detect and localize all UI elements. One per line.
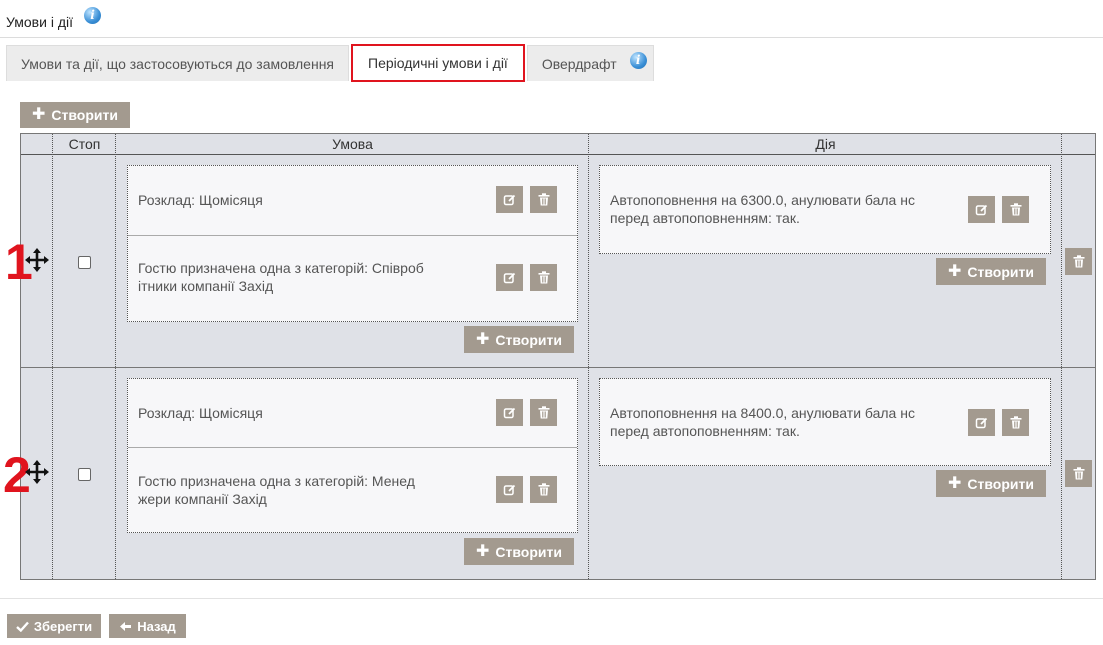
trash-icon bbox=[1073, 467, 1084, 480]
condition-text: Розклад: Щомісяця bbox=[138, 192, 263, 208]
plus-icon: ✚ bbox=[948, 474, 962, 492]
create-condition-label: Створити bbox=[495, 543, 562, 560]
info-icon[interactable]: i bbox=[629, 52, 647, 69]
column-header-stop: Стоп bbox=[68, 136, 101, 152]
column-divider bbox=[1061, 134, 1062, 579]
page-header: Умови і дії i bbox=[0, 0, 1103, 38]
save-button[interactable]: Зберегти bbox=[7, 614, 101, 638]
delete-row-button[interactable] bbox=[1065, 460, 1092, 487]
plus-icon: ✚ bbox=[476, 542, 490, 560]
edit-icon bbox=[503, 407, 516, 419]
create-condition-button[interactable]: ✚ Створити bbox=[464, 326, 574, 353]
trash-icon bbox=[538, 406, 549, 419]
arrow-left-icon bbox=[120, 621, 132, 631]
action-text: Автопоповнення на 8400.0, анулювати бала… bbox=[610, 405, 915, 439]
edit-condition-button[interactable] bbox=[496, 399, 523, 426]
info-icon[interactable]: i bbox=[84, 7, 101, 24]
tab-overdraft[interactable]: Овердрафт i bbox=[526, 45, 654, 81]
delete-row-button[interactable] bbox=[1065, 248, 1092, 275]
column-divider bbox=[52, 134, 53, 579]
action-list: Автопоповнення на 6300.0, анулювати бала… bbox=[599, 165, 1051, 254]
action-text: Автопоповнення на 6300.0, анулювати бала… bbox=[610, 192, 915, 226]
column-divider bbox=[588, 134, 589, 579]
column-header-action: Дія bbox=[815, 136, 836, 152]
delete-condition-button[interactable] bbox=[530, 399, 557, 426]
check-icon bbox=[15, 621, 29, 632]
edit-action-button[interactable] bbox=[968, 409, 995, 436]
trash-icon bbox=[538, 483, 549, 496]
tab-order-conditions[interactable]: Умови та дії, що застосовуються до замов… bbox=[6, 45, 350, 81]
condition-list: Розклад: Щомісяця Гостю призначена одна … bbox=[127, 165, 578, 322]
footer-divider bbox=[0, 598, 1103, 599]
card-divider bbox=[128, 235, 577, 236]
edit-condition-button[interactable] bbox=[496, 264, 523, 291]
tab-overdraft-label: Овердрафт bbox=[541, 56, 617, 72]
move-handle-icon[interactable] bbox=[24, 459, 50, 485]
edit-action-button[interactable] bbox=[968, 196, 995, 223]
edit-icon bbox=[975, 417, 988, 429]
page-title: Умови і дії bbox=[6, 14, 73, 30]
edit-icon bbox=[503, 484, 516, 496]
delete-condition-button[interactable] bbox=[530, 264, 557, 291]
back-label: Назад bbox=[137, 618, 176, 634]
plus-icon: ✚ bbox=[476, 330, 490, 348]
create-action-label: Створити bbox=[967, 263, 1034, 280]
save-label: Зберегти bbox=[33, 618, 93, 634]
create-condition-label: Створити bbox=[495, 331, 562, 348]
column-header-condition: Умова bbox=[332, 136, 373, 152]
edit-icon bbox=[503, 194, 516, 206]
rules-table: Стоп Умова Дія Розклад: Щомісяця Гостю п… bbox=[20, 133, 1096, 580]
create-rule-button[interactable]: ✚ Створити bbox=[20, 102, 130, 128]
create-action-button[interactable]: ✚ Створити bbox=[936, 258, 1046, 285]
create-action-button[interactable]: ✚ Створити bbox=[936, 470, 1046, 497]
back-button[interactable]: Назад bbox=[109, 614, 186, 638]
action-list: Автопоповнення на 8400.0, анулювати бала… bbox=[599, 378, 1051, 466]
edit-condition-button[interactable] bbox=[496, 186, 523, 213]
trash-icon bbox=[538, 193, 549, 206]
plus-icon: ✚ bbox=[32, 106, 46, 123]
trash-icon bbox=[538, 271, 549, 284]
trash-icon bbox=[1073, 255, 1084, 268]
edit-icon bbox=[503, 272, 516, 284]
move-handle-icon[interactable] bbox=[24, 247, 50, 273]
stop-checkbox[interactable] bbox=[78, 256, 91, 269]
create-action-label: Створити bbox=[967, 475, 1034, 492]
delete-action-button[interactable] bbox=[1002, 409, 1029, 436]
row-divider bbox=[21, 367, 1095, 368]
trash-icon bbox=[1010, 203, 1021, 216]
create-condition-button[interactable]: ✚ Створити bbox=[464, 538, 574, 565]
condition-list: Розклад: Щомісяця Гостю призначена одна … bbox=[127, 378, 578, 533]
edit-icon bbox=[975, 204, 988, 216]
column-divider bbox=[115, 134, 116, 579]
tab-bar: Умови та дії, що застосовуються до замов… bbox=[6, 44, 656, 82]
condition-text: Розклад: Щомісяця bbox=[138, 405, 263, 421]
tab-periodic-conditions[interactable]: Періодичні умови і дії bbox=[351, 44, 525, 82]
edit-condition-button[interactable] bbox=[496, 476, 523, 503]
delete-condition-button[interactable] bbox=[530, 476, 557, 503]
plus-icon: ✚ bbox=[948, 262, 962, 280]
stop-checkbox[interactable] bbox=[78, 468, 91, 481]
delete-action-button[interactable] bbox=[1002, 196, 1029, 223]
card-divider bbox=[128, 447, 577, 448]
create-rule-label: Створити bbox=[51, 107, 118, 123]
delete-condition-button[interactable] bbox=[530, 186, 557, 213]
condition-text: Гостю призначена одна з категорій: Співр… bbox=[138, 260, 424, 294]
trash-icon bbox=[1010, 416, 1021, 429]
condition-text: Гостю призначена одна з категорій: Менед… bbox=[138, 473, 415, 507]
